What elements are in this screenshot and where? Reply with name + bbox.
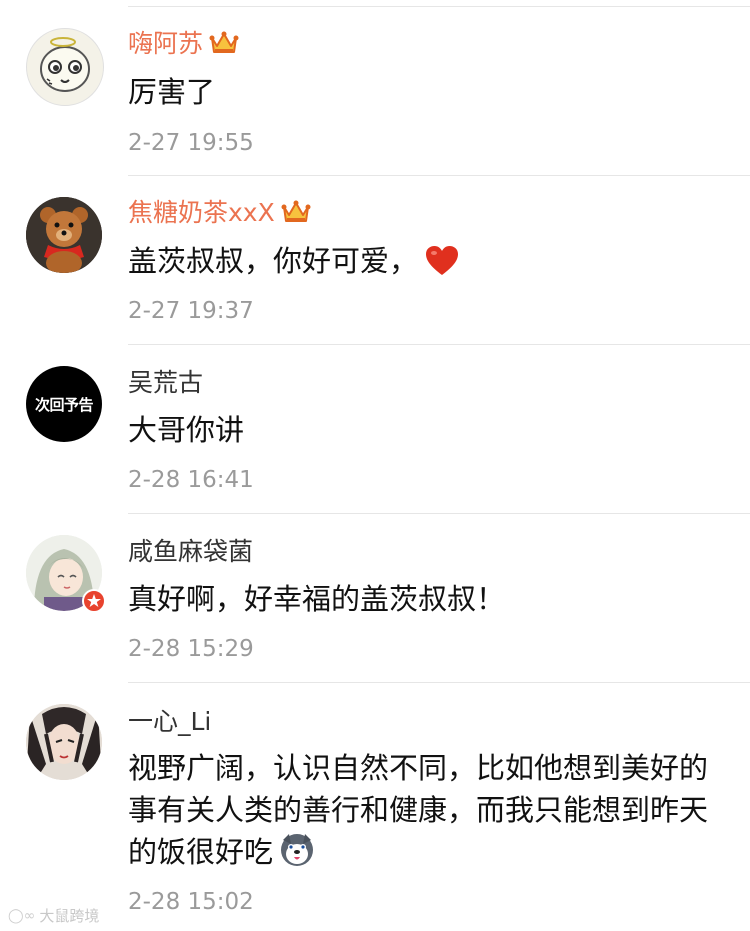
comment-text-body: 盖茨叔叔，你好可爱， (128, 244, 419, 278)
avatar[interactable] (26, 535, 106, 613)
heart-emoji-icon (426, 246, 459, 275)
anime-character-avatar-icon (26, 704, 102, 780)
username[interactable]: 吴荒古 (128, 367, 203, 399)
username-text[interactable]: 焦糖奶茶xxX (128, 198, 275, 227)
comment-text: 厉害了 (128, 75, 216, 109)
username[interactable]: 一心_Li (128, 706, 211, 738)
username[interactable]: 焦糖奶茶xxX (128, 197, 311, 229)
comment-time: 2-28 16:41 (128, 467, 254, 493)
username[interactable]: 嗨阿苏 (128, 28, 239, 60)
divider (128, 344, 750, 345)
watermark: ◯∞ 大鼠跨境 (8, 905, 99, 926)
username-text[interactable]: 嗨阿苏 (128, 29, 203, 58)
crown-icon (209, 31, 239, 53)
husky-emoji-icon (281, 834, 314, 866)
comment-time: 2-27 19:55 (128, 130, 254, 156)
avatar[interactable] (26, 28, 104, 106)
comment-time: 2-27 19:37 (128, 298, 254, 324)
avatar[interactable] (26, 197, 102, 273)
comment-text: 大哥你讲 (128, 413, 245, 447)
avatar-text: 次回予告 (34, 395, 94, 414)
comment-text: 盖茨叔叔，你好可爱， (128, 240, 710, 282)
comment-text: 真好啊，好幸福的盖茨叔叔！ (128, 582, 506, 616)
comment-text: 视野广阔，认识自然不同，比如他想到美好的事有关人类的善行和健康，而我只能想到昨天… (128, 747, 710, 873)
username[interactable]: 咸鱼麻袋菌 (128, 536, 253, 568)
doodle-face-avatar-icon (40, 37, 90, 92)
top-divider (128, 6, 750, 7)
comment-time: 2-28 15:29 (128, 636, 254, 662)
comment-time: 2-28 15:02 (128, 889, 254, 915)
watermark-text: 大鼠跨境 (39, 907, 100, 925)
divider (128, 513, 750, 514)
divider (128, 682, 750, 683)
weibo-logo-icon: ◯∞ (8, 907, 36, 924)
crown-icon (281, 200, 311, 222)
divider (128, 175, 750, 176)
avatar[interactable]: 次回予告 (26, 366, 102, 442)
member-badge-icon (82, 589, 106, 613)
avatar[interactable] (26, 704, 102, 780)
teddy-bear-avatar-icon (26, 197, 102, 273)
comment-text-body: 视野广阔，认识自然不同，比如他想到美好的事有关人类的善行和健康，而我只能想到昨天… (128, 751, 709, 869)
